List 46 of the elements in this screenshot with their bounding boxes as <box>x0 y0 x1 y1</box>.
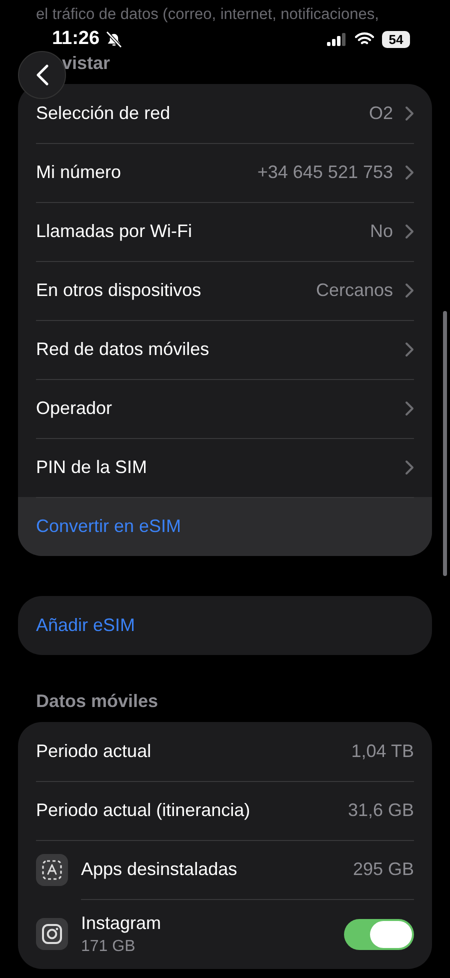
app-store-icon <box>36 854 68 886</box>
row-label: Operador <box>36 398 114 419</box>
convert-esim-label: Convertir en eSIM <box>36 516 182 537</box>
section-header: Datos móviles <box>35 691 160 713</box>
toggle-switch[interactable] <box>344 918 414 950</box>
row-value: O2 <box>368 103 393 124</box>
settings-row[interactable]: Operador <box>18 379 432 438</box>
camera-app-icon <box>36 918 68 950</box>
chevron-icon <box>405 342 414 357</box>
chevron-icon <box>405 401 414 416</box>
chevron-icon <box>405 165 414 180</box>
row-label: En otros dispositivos <box>36 280 202 301</box>
chevron-icon <box>405 106 414 121</box>
row-value: +34 645 521 753 <box>257 162 393 183</box>
wifi-icon <box>355 32 374 46</box>
row-label: Mi número <box>36 162 122 183</box>
app-usage: 171 GB <box>81 938 136 956</box>
settings-row[interactable]: Mi número +34 645 521 753 <box>18 143 432 202</box>
app-name: Instagram <box>81 912 162 932</box>
row-value: 295 GB <box>352 859 414 880</box>
row-label: Llamadas por Wi-Fi <box>36 221 194 242</box>
signal-icon <box>327 32 347 46</box>
back-chevron-icon <box>36 64 48 86</box>
row-value: 1,04 TB <box>351 741 414 762</box>
mute-bell-icon <box>106 30 122 48</box>
section-header: vistar <box>62 53 112 75</box>
row-label: Red de datos móviles <box>36 339 210 360</box>
chevron-icon <box>405 224 414 239</box>
battery-level: 54 <box>382 30 410 48</box>
row-value: 31,6 GB <box>348 800 414 821</box>
settings-row[interactable]: Llamadas por Wi-Fi No <box>18 202 432 261</box>
row-value: Cercanos <box>316 280 393 301</box>
chevron-icon <box>405 283 414 298</box>
settings-row[interactable]: En otros dispositivos Cercanos <box>18 261 432 320</box>
row-label: Periodo actual <box>36 741 152 762</box>
row-value: No <box>370 221 393 242</box>
settings-row[interactable]: Convertir en eSIM <box>18 497 432 556</box>
settings-row[interactable]: PIN de la SIM <box>18 438 432 497</box>
settings-row[interactable]: Selección de red O2 <box>18 84 432 143</box>
chevron-icon <box>405 460 414 475</box>
settings-row[interactable]: Red de datos móviles <box>18 320 432 379</box>
row-label: Selección de red <box>36 103 172 124</box>
row-label: Apps desinstaladas <box>81 859 238 880</box>
row-label: Periodo actual (itinerancia) <box>36 800 252 821</box>
footer-note: el tráfico de datos (correo, internet, notificaciones, <box>35 5 380 24</box>
row-label: PIN de la SIM <box>36 457 148 478</box>
